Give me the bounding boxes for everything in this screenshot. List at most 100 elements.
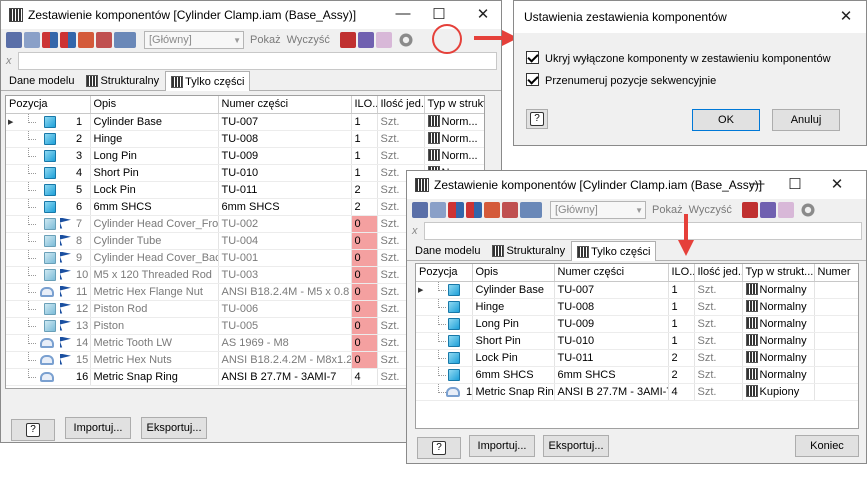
quantity-cell[interactable]: 1 [668,332,695,350]
col-unit[interactable]: Ilość jed... [377,96,425,114]
part-number-cell[interactable]: ANSI B 27.7M - 3AMI-7 [218,368,352,386]
view-combo[interactable]: [Główny] ▼ [550,201,646,219]
part-number-cell[interactable]: TU-007 [218,113,352,131]
unit-cell[interactable]: Szt. [694,332,743,350]
structure-type-cell[interactable]: Normalny [742,332,815,350]
eraser-icon[interactable] [430,202,446,218]
sort-desc-icon[interactable] [60,32,76,48]
quantity-cell[interactable]: 0 [351,249,378,267]
number-cell[interactable] [814,349,858,367]
col-part-number[interactable]: Numer części [218,96,352,114]
col-description[interactable]: Opis [472,264,555,282]
col-unit[interactable]: Ilość jed... [694,264,743,282]
quantity-cell[interactable]: 2 [351,181,378,199]
structure-type-cell[interactable]: Normalny [742,349,815,367]
unit-cell[interactable]: Szt. [694,281,743,299]
table-row[interactable]: 5Lock PinTU-0112Szt. Normalny [416,349,858,367]
col-description[interactable]: Opis [90,96,219,114]
renumber-icon[interactable] [484,202,500,218]
table-row[interactable]: 66mm SHCS6mm SHCS2Szt.Normalny [416,366,858,384]
gear-icon[interactable] [799,202,816,218]
part-number-cell[interactable]: TU-008 [554,298,669,316]
maximize-icon[interactable]: ☐ [429,5,449,23]
view-combo[interactable]: [Główny] ▼ [144,31,244,49]
description-cell[interactable]: Cylinder Tube [90,232,219,250]
show-button[interactable]: Pokaż [250,34,281,46]
tab-parts-only[interactable]: Tylko części [571,241,657,261]
quantity-cell[interactable]: 0 [351,300,378,318]
quantity-cell[interactable]: 4 [351,368,378,386]
part-number-cell[interactable]: ANSI B18.2.4.2M - M8x1.25 [218,351,352,369]
quantity-cell[interactable]: 0 [351,232,378,250]
col-number[interactable]: Numer [814,264,858,282]
part-number-cell[interactable]: TU-006 [218,300,352,318]
part-number-cell[interactable]: TU-008 [218,130,352,148]
quantity-cell[interactable]: 1 [351,130,378,148]
structure-type-cell[interactable]: Norm... [424,147,484,165]
help-button[interactable]: ? [11,419,55,441]
tab-parts-only[interactable]: Tylko części [165,71,251,91]
quantity-cell[interactable]: 1 [668,315,695,333]
import-button[interactable]: Importuj... [65,417,131,439]
part-number-cell[interactable]: AS 1969 - M8 [218,334,352,352]
structure-type-cell[interactable]: Norm... [424,113,484,131]
description-cell[interactable]: Piston [90,317,219,335]
add-custom-icon[interactable] [759,202,776,218]
quantity-cell[interactable]: 2 [668,349,695,367]
unit-cell[interactable]: Szt. [694,383,743,401]
formula-input[interactable] [17,52,497,70]
description-cell[interactable]: 6mm SHCS [472,366,555,384]
part-number-cell[interactable]: TU-003 [218,266,352,284]
quantity-cell[interactable]: 1 [668,281,695,299]
part-number-cell[interactable]: TU-002 [218,215,352,233]
quantity-cell[interactable]: 0 [351,283,378,301]
col-structure-type[interactable]: Typ w strukt... [742,264,815,282]
quantity-cell[interactable]: 1 [668,298,695,316]
description-cell[interactable]: M5 x 120 Threaded Rod [90,266,219,284]
structure-type-cell[interactable]: Norm... [424,130,484,148]
number-cell[interactable] [814,298,858,316]
description-cell[interactable]: Metric Hex Nuts [90,351,219,369]
part-number-cell[interactable]: TU-011 [218,181,352,199]
part-number-cell[interactable]: 6mm SHCS [554,366,669,384]
table-row[interactable]: ▶ 1 Cylinder Base TU-007 1 Szt. Norm... [6,113,484,131]
structure-type-cell[interactable]: Normalny [742,298,815,316]
description-cell[interactable]: Lock Pin [472,349,555,367]
description-cell[interactable]: Long Pin [472,315,555,333]
tab-structured[interactable]: Strukturalny [486,241,571,260]
table-row[interactable]: 4Short PinTU-0101Szt. Normalny [416,332,858,350]
cancel-button[interactable]: Anuluj [772,109,840,131]
description-cell[interactable]: Short Pin [472,332,555,350]
description-cell[interactable]: Cylinder Base [90,113,219,131]
replace-icon[interactable] [96,32,112,48]
gear-icon[interactable] [397,32,414,48]
number-cell[interactable] [814,366,858,384]
bom-export-icon[interactable] [339,32,356,48]
part-number-cell[interactable]: TU-011 [554,349,669,367]
part-number-cell[interactable]: 6mm SHCS [218,198,352,216]
description-cell[interactable]: Hinge [90,130,219,148]
part-number-cell[interactable]: TU-009 [218,147,352,165]
part-number-cell[interactable]: TU-007 [554,281,669,299]
find-icon[interactable] [114,32,136,48]
description-cell[interactable]: Lock Pin [90,181,219,199]
number-cell[interactable] [814,383,858,401]
quantity-cell[interactable]: 2 [351,198,378,216]
tab-model-data[interactable]: Dane modelu [3,71,80,90]
structure-type-cell[interactable]: Normalny [742,315,815,333]
ok-button[interactable]: OK [692,109,760,131]
table-row[interactable]: 2 Hinge TU-008 1 Szt. Norm... [6,130,484,148]
tab-model-data[interactable]: Dane modelu [409,241,486,260]
quantity-cell[interactable]: 1 [351,147,378,165]
sort-desc-icon[interactable] [466,202,482,218]
col-structure-type[interactable]: Typ w strukt... [424,96,484,114]
renumber-icon[interactable] [78,32,94,48]
part-number-cell[interactable]: TU-001 [218,249,352,267]
part-number-cell[interactable]: TU-004 [218,232,352,250]
export-button[interactable]: Eksportuj... [543,435,609,457]
bom-export-icon[interactable] [741,202,758,218]
sort-asc-icon[interactable] [42,32,58,48]
col-quantity[interactable]: ILO... [351,96,378,114]
finish-button[interactable]: Koniec [795,435,859,457]
close-icon[interactable]: ✕ [827,175,847,193]
